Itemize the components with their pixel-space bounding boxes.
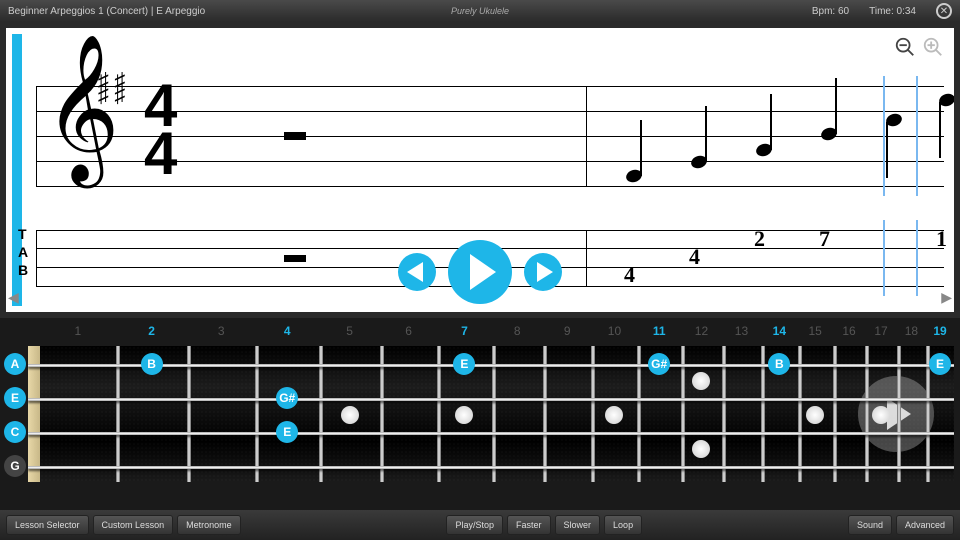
fret-number: 11	[653, 324, 666, 338]
fret-number: 7	[461, 324, 468, 338]
music-staff: 𝄞 ♯ ♯♯ ♯ 4 4	[36, 86, 944, 186]
fret-number: 3	[218, 324, 225, 338]
fret-number: 19	[933, 324, 946, 338]
note-marker: B	[768, 353, 790, 375]
fret-number: 5	[346, 324, 353, 338]
close-button[interactable]: ✕	[936, 3, 952, 19]
play-button[interactable]	[448, 240, 512, 304]
fret-number: 13	[735, 324, 748, 338]
zoom-in-icon[interactable]	[922, 36, 944, 58]
notation-panel: 𝄞 ♯ ♯♯ ♯ 4 4 T A	[0, 22, 960, 318]
fret-number: 8	[514, 324, 521, 338]
lesson-selector-button[interactable]: Lesson Selector	[6, 515, 89, 535]
zoom-out-icon[interactable]	[894, 36, 916, 58]
custom-lesson-button[interactable]: Custom Lesson	[93, 515, 174, 535]
loop-button[interactable]: Loop	[604, 515, 642, 535]
fret-number: 10	[608, 324, 621, 338]
note-marker: E	[929, 353, 951, 375]
fret-number: 4	[284, 324, 291, 338]
slower-button[interactable]: Slower	[555, 515, 601, 535]
open-string-C: C	[4, 421, 26, 443]
faster-button[interactable]: Faster	[507, 515, 551, 535]
note-marker: B	[141, 353, 163, 375]
rest-icon	[284, 132, 306, 140]
fret-number: 16	[842, 324, 855, 338]
prev-button[interactable]	[398, 253, 436, 291]
fret-number: 18	[905, 324, 918, 338]
lesson-title: Beginner Arpeggios 1 (Concert) | E Arpeg…	[8, 6, 205, 17]
bpm-label: Bpm: 60	[812, 6, 849, 17]
note-marker: G#	[276, 387, 298, 409]
playback-controls	[398, 240, 562, 304]
scroll-left-icon[interactable]: ◀	[8, 289, 19, 306]
time-label: Time: 0:34	[869, 6, 916, 17]
open-string-E: E	[4, 387, 26, 409]
app-brand: Purely Ukulele	[451, 6, 509, 16]
bottom-bar: Lesson Selector Custom Lesson Metronome …	[0, 510, 960, 540]
next-button[interactable]	[524, 253, 562, 291]
note-marker: G#	[648, 353, 670, 375]
play-stop-button[interactable]: Play/Stop	[446, 515, 503, 535]
fret-number: 14	[773, 324, 786, 338]
note-marker: E	[453, 353, 475, 375]
time-signature: 4 4	[144, 82, 177, 178]
note-marker: E	[276, 421, 298, 443]
fret-number: 1	[75, 324, 82, 338]
top-bar: Beginner Arpeggios 1 (Concert) | E Arpeg…	[0, 0, 960, 22]
fretboard-panel: 12345678910111213141516171819 AECG BG#EE…	[0, 318, 960, 510]
fret-number: 15	[808, 324, 821, 338]
key-signature: ♯ ♯♯ ♯	[98, 74, 126, 102]
scroll-right-icon[interactable]: ▶	[941, 289, 952, 306]
open-string-A: A	[4, 353, 26, 375]
fret-number: 2	[148, 324, 155, 338]
sound-button[interactable]: Sound	[848, 515, 892, 535]
metronome-button[interactable]: Metronome	[177, 515, 241, 535]
fret-number: 17	[874, 324, 887, 338]
fretboard: B G# E E G# B E	[28, 346, 954, 482]
advanced-button[interactable]: Advanced	[896, 515, 954, 535]
fret-number: 6	[405, 324, 412, 338]
open-string-G: G	[4, 455, 26, 477]
fret-numbers: 12345678910111213141516171819	[0, 324, 960, 342]
fret-number: 9	[564, 324, 571, 338]
fret-number: 12	[695, 324, 708, 338]
